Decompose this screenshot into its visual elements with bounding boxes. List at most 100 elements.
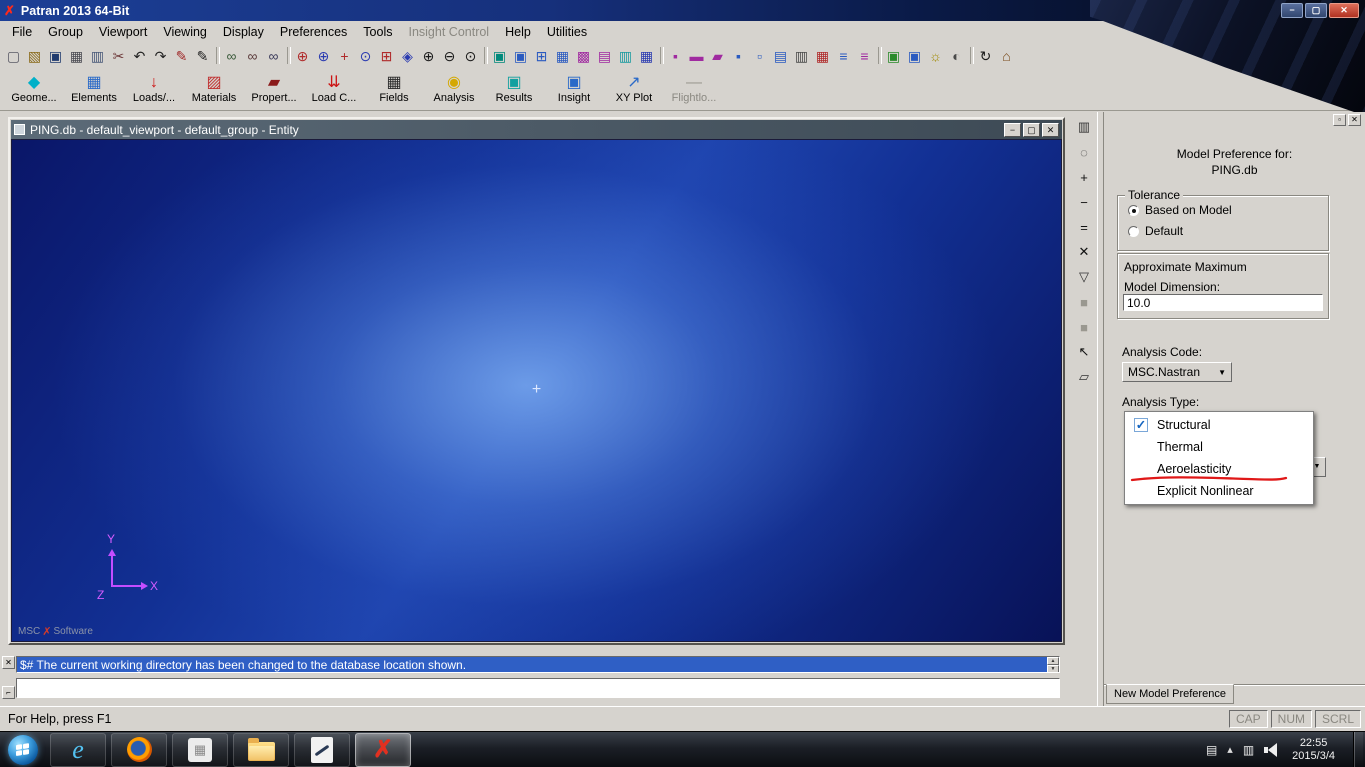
center-view-icon[interactable]: ⊙ [355, 45, 376, 66]
radio-default[interactable]: Default [1128, 224, 1328, 238]
menu-group[interactable]: Group [40, 23, 91, 41]
view-grid-icon[interactable]: ▦ [552, 45, 573, 66]
clear-labels-icon[interactable]: ▥ [791, 45, 812, 66]
zoom-out-icon[interactable]: ⊖ [439, 45, 460, 66]
point-label-icon[interactable]: ▪ [665, 45, 686, 66]
shade-icon[interactable]: ◐ [946, 45, 967, 66]
print-icon[interactable]: ▦ [66, 45, 87, 66]
clear-icon[interactable]: ✕ [1073, 241, 1095, 263]
toolbar-separator[interactable] [284, 45, 292, 66]
iso-view-icon[interactable]: ◈ [397, 45, 418, 66]
viewport-titlebar[interactable]: PING.db - default_viewport - default_gro… [11, 120, 1062, 139]
hide-labels-icon[interactable]: ▥ [615, 45, 636, 66]
message-close-icon[interactable]: ✕ [2, 656, 15, 669]
viewport-minimize-button[interactable]: − [1004, 122, 1021, 137]
tool-gray-b-icon[interactable]: ■ [1073, 316, 1095, 338]
radio-icon[interactable] [1128, 225, 1139, 237]
menu-preferences[interactable]: Preferences [272, 23, 355, 41]
pointer-icon[interactable]: ↖ [1073, 341, 1095, 363]
zoom-in-icon[interactable]: ⊕ [418, 45, 439, 66]
zoom-out-icon[interactable]: − [1073, 191, 1095, 213]
toolbar-elements-button[interactable]: ▦ Elements [64, 69, 124, 109]
show-labels-icon[interactable]: ▤ [594, 45, 615, 66]
menu-viewport[interactable]: Viewport [91, 23, 155, 41]
view-corner-icon[interactable]: ⊞ [531, 45, 552, 66]
cut-icon[interactable]: ✂ [108, 45, 129, 66]
toolbar-separator[interactable] [481, 45, 489, 66]
model-dimension-input[interactable] [1123, 294, 1323, 311]
menu-file[interactable]: File [4, 23, 40, 41]
option-aeroelasticity[interactable]: ✓ Aeroelasticity [1125, 458, 1313, 482]
option-thermal[interactable]: ✓ Thermal [1125, 436, 1313, 458]
render-green-icon[interactable]: ▣ [883, 45, 904, 66]
toolbar-properties-button[interactable]: ▰ Propert... [244, 69, 304, 109]
zoom-in-icon[interactable]: + [1073, 166, 1095, 188]
copy-icon[interactable]: ▥ [87, 45, 108, 66]
entity-labels-icon[interactable]: ▤ [770, 45, 791, 66]
panel-float-button[interactable]: ▫ [1333, 114, 1346, 126]
hidden-line-icon[interactable]: ∞ [263, 45, 284, 66]
tab-new-model-preference[interactable]: New Model Preference [1106, 684, 1234, 704]
toolbar-geometry-button[interactable]: ◆ Geome... [4, 69, 64, 109]
new-file-icon[interactable]: ▢ [3, 45, 24, 66]
save-file-icon[interactable]: ▣ [45, 45, 66, 66]
command-input[interactable] [16, 678, 1060, 698]
analysis-code-dropdown[interactable]: MSC.Nastran ▼ [1122, 362, 1232, 382]
filter-icon[interactable]: ▽ [1073, 266, 1095, 288]
maximize-button[interactable]: ▢ [1305, 3, 1327, 18]
panel-close-button[interactable]: ✕ [1348, 114, 1361, 126]
curve-label-icon[interactable]: ▬ [686, 45, 707, 66]
toolbar-loads-button[interactable]: ↓ Loads/... [124, 69, 184, 109]
open-file-icon[interactable]: ▧ [24, 45, 45, 66]
light-icon[interactable]: ☼ [925, 45, 946, 66]
toolbar-load-cases-button[interactable]: ⇊ Load C... [304, 69, 364, 109]
toolbar-separator[interactable] [213, 45, 221, 66]
toolbar-separator[interactable] [967, 45, 975, 66]
menu-help[interactable]: Help [497, 23, 539, 41]
viewport-close-button[interactable]: ✕ [1042, 122, 1059, 137]
rotate-xy-icon[interactable]: ⊕ [292, 45, 313, 66]
pencil-icon[interactable]: ✎ [192, 45, 213, 66]
erase-plot-icon[interactable]: ▦ [812, 45, 833, 66]
smooth-shaded-icon[interactable]: ∞ [221, 45, 242, 66]
radio-icon[interactable] [1128, 204, 1139, 216]
surface-label-icon[interactable]: ▰ [707, 45, 728, 66]
taskbar-internet-explorer[interactable]: e [50, 732, 106, 767]
toolbar-fields-button[interactable]: ▦ Fields [364, 69, 424, 109]
chevron-up-icon[interactable]: ▴ [1227, 743, 1233, 756]
front-view-icon[interactable]: ⊞ [376, 45, 397, 66]
list-magenta-icon[interactable]: ≡ [854, 45, 875, 66]
option-structural[interactable]: ✓ Structural [1125, 414, 1313, 436]
taskbar-windows-journal[interactable] [294, 732, 350, 767]
label-grid-icon[interactable]: ▩ [573, 45, 594, 66]
close-button[interactable]: ✕ [1329, 3, 1359, 18]
menu-viewing[interactable]: Viewing [155, 23, 215, 41]
message-history-field[interactable]: $# The current working directory has bee… [16, 656, 1060, 673]
option-explicit-nonlinear[interactable]: ✓ Explicit Nonlinear [1125, 480, 1313, 502]
toolbar-materials-button[interactable]: ▨ Materials [184, 69, 244, 109]
graphics-viewport[interactable]: + Y X Z MSC ✗ Software [11, 139, 1062, 642]
menu-tools[interactable]: Tools [355, 23, 400, 41]
notification-tray-icon[interactable]: ▥ [1243, 743, 1254, 757]
menu-display[interactable]: Display [215, 23, 272, 41]
brush-icon[interactable]: ✎ [171, 45, 192, 66]
patran-logo-icon[interactable]: ✗ [4, 3, 15, 19]
menu-insight-control[interactable]: Insight Control [400, 23, 497, 41]
start-button[interactable] [8, 734, 38, 765]
wireframe-icon[interactable]: ∞ [242, 45, 263, 66]
radio-based-on-model[interactable]: Based on Model [1128, 203, 1328, 217]
redo-icon[interactable]: ↷ [150, 45, 171, 66]
plot-markers-icon[interactable]: ▦ [636, 45, 657, 66]
taskbar-file-explorer[interactable] [233, 732, 289, 767]
toolbar-results-button[interactable]: ▣ Results [484, 69, 544, 109]
ime-tray-icon[interactable]: ▤ [1206, 743, 1217, 757]
home-icon[interactable]: ⌂ [996, 45, 1017, 66]
viewport-window-icon[interactable] [14, 124, 25, 135]
toolbar-xyplot-button[interactable]: ↗ XY Plot [604, 69, 664, 109]
node-label-icon[interactable]: ▪ [728, 45, 749, 66]
view-cube-blue-icon[interactable]: ▣ [510, 45, 531, 66]
taskbar-media-app[interactable]: ▦ [172, 732, 228, 767]
show-desktop-button[interactable] [1353, 731, 1363, 767]
viewport-tool-icon[interactable]: ▥ [1073, 116, 1095, 138]
pan-icon[interactable]: + [334, 45, 355, 66]
